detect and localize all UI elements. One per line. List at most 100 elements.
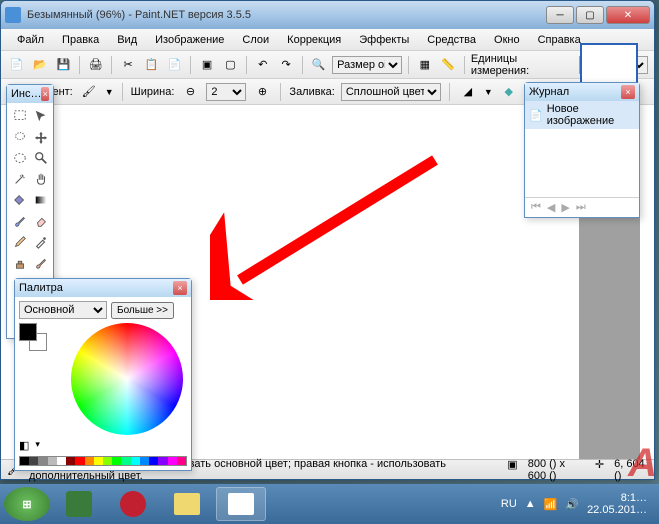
fill-tool[interactable] (9, 189, 30, 210)
swatch[interactable] (103, 457, 112, 465)
size-select[interactable]: Размер оі (332, 56, 402, 74)
swatch[interactable] (158, 457, 167, 465)
paste-button[interactable]: 📄 (165, 55, 184, 75)
tray-date[interactable]: 22.05.201… (587, 504, 647, 516)
history-last[interactable]: ⏭ (576, 201, 586, 214)
swatch[interactable] (48, 457, 57, 465)
color-wheel[interactable] (71, 323, 183, 435)
add-swatch-icon[interactable]: ◧ (19, 439, 29, 452)
tray-volume-icon[interactable]: 🔊 (565, 498, 579, 511)
close-button[interactable]: ✕ (606, 6, 650, 24)
swatch[interactable] (112, 457, 121, 465)
history-panel[interactable]: Журнал × 📄 Новое изображение ⏮ ◀ ▶ ⏭ (524, 82, 640, 218)
panel-close-button[interactable]: × (41, 87, 49, 101)
swatch[interactable] (131, 457, 140, 465)
pan-tool[interactable] (30, 168, 51, 189)
clone-tool[interactable] (9, 252, 30, 273)
swatch[interactable] (121, 457, 130, 465)
swatch[interactable] (29, 457, 38, 465)
menu-tools[interactable]: Средства (419, 32, 484, 48)
menu-file[interactable]: Файл (9, 32, 52, 48)
palette-panel[interactable]: Палитра × Основной Больше >> ◧ ▾ (14, 278, 192, 471)
move-sel-tool[interactable] (30, 126, 51, 147)
document-thumbnail[interactable] (580, 43, 638, 87)
menu-edit[interactable]: Правка (54, 32, 107, 48)
deselect-button[interactable]: ▢ (221, 55, 240, 75)
cut-button[interactable]: ✂ (118, 55, 137, 75)
lasso-tool[interactable] (9, 126, 30, 147)
blend-button[interactable]: ◆ (499, 82, 519, 102)
panel-close-button[interactable]: × (173, 281, 187, 295)
menu-layers[interactable]: Слои (234, 32, 277, 48)
color-type-select[interactable]: Основной (19, 301, 107, 319)
copy-button[interactable]: 📋 (142, 55, 161, 75)
open-button[interactable]: 📂 (30, 55, 49, 75)
menu-window[interactable]: Окно (486, 32, 528, 48)
menu-adjust[interactable]: Коррекция (279, 32, 349, 48)
swatch[interactable] (66, 457, 75, 465)
pencil-tool[interactable] (9, 231, 30, 252)
move-tool[interactable] (30, 105, 51, 126)
ellipse-select-tool[interactable] (9, 147, 30, 168)
taskbar-app-opera[interactable] (108, 487, 158, 521)
swatch[interactable] (57, 457, 66, 465)
menu-view[interactable]: Вид (109, 32, 145, 48)
taskbar[interactable]: ⊞ RU ▲ 📶 🔊 8:1… 22.05.201… (0, 484, 659, 524)
system-tray[interactable]: RU ▲ 📶 🔊 8:1… 22.05.201… (501, 492, 655, 516)
dropdown-icon[interactable]: ▼ (105, 87, 114, 97)
swatch[interactable] (85, 457, 94, 465)
crop-button[interactable]: ▣ (197, 55, 216, 75)
zoom-button[interactable]: 🔍 (309, 55, 328, 75)
swatch[interactable] (140, 457, 149, 465)
swatch[interactable] (177, 457, 186, 465)
tray-network-icon[interactable]: 📶 (544, 498, 558, 511)
swatch[interactable] (20, 457, 29, 465)
menu-effects[interactable]: Эффекты (351, 32, 417, 48)
grid-button[interactable]: ▦ (415, 55, 434, 75)
more-button[interactable]: Больше >> (111, 302, 174, 319)
start-button[interactable]: ⊞ (4, 487, 50, 521)
ruler-button[interactable]: 📏 (438, 55, 457, 75)
minimize-button[interactable]: ─ (546, 6, 574, 24)
brush-tool-icon[interactable]: 🖌 (79, 82, 99, 102)
wand-tool[interactable] (9, 168, 30, 189)
picker-tool[interactable] (30, 231, 51, 252)
maximize-button[interactable]: ▢ (576, 6, 604, 24)
zoom-tool[interactable] (30, 147, 51, 168)
brush-tool[interactable] (9, 210, 30, 231)
fill-select[interactable]: Сплошной цвет (341, 83, 441, 101)
history-item[interactable]: 📄 Новое изображение (525, 101, 639, 129)
taskbar-app-1[interactable] (54, 487, 104, 521)
swatch[interactable] (94, 457, 103, 465)
menu-image[interactable]: Изображение (147, 32, 232, 48)
recolor-tool[interactable] (30, 252, 51, 273)
swatch-strip[interactable] (19, 456, 187, 466)
taskbar-app-paintnet-active[interactable] (216, 487, 266, 521)
swatch[interactable] (38, 457, 47, 465)
history-next[interactable]: ▶ (561, 201, 569, 214)
width-decrease[interactable]: ⊖ (180, 82, 200, 102)
palette-panel-title[interactable]: Палитра × (15, 279, 191, 297)
dropdown-icon[interactable]: ▼ (484, 87, 493, 97)
tray-flag-icon[interactable]: ▲ (525, 498, 536, 510)
undo-button[interactable]: ↶ (253, 55, 272, 75)
tray-lang[interactable]: RU (501, 498, 517, 510)
history-panel-title[interactable]: Журнал × (525, 83, 639, 101)
antialias-button[interactable]: ◢ (458, 82, 478, 102)
width-increase[interactable]: ⊕ (252, 82, 272, 102)
tools-panel-title[interactable]: Инс… × (7, 85, 53, 103)
primary-color[interactable] (19, 323, 37, 341)
history-first[interactable]: ⏮ (531, 201, 541, 214)
titlebar[interactable]: Безымянный (96%) - Paint.NET версия 3.5.… (1, 1, 654, 29)
width-select[interactable]: 2 (206, 83, 246, 101)
swatch[interactable] (149, 457, 158, 465)
redo-button[interactable]: ↷ (276, 55, 295, 75)
print-button[interactable]: 🖨 (86, 55, 105, 75)
history-list[interactable]: 📄 Новое изображение (525, 101, 639, 197)
swatch[interactable] (168, 457, 177, 465)
tray-time[interactable]: 8:1… (587, 492, 647, 504)
primary-secondary-swatch[interactable] (19, 323, 47, 351)
panel-close-button[interactable]: × (621, 85, 635, 99)
history-prev[interactable]: ◀ (547, 201, 555, 214)
eraser-tool[interactable] (30, 210, 51, 231)
